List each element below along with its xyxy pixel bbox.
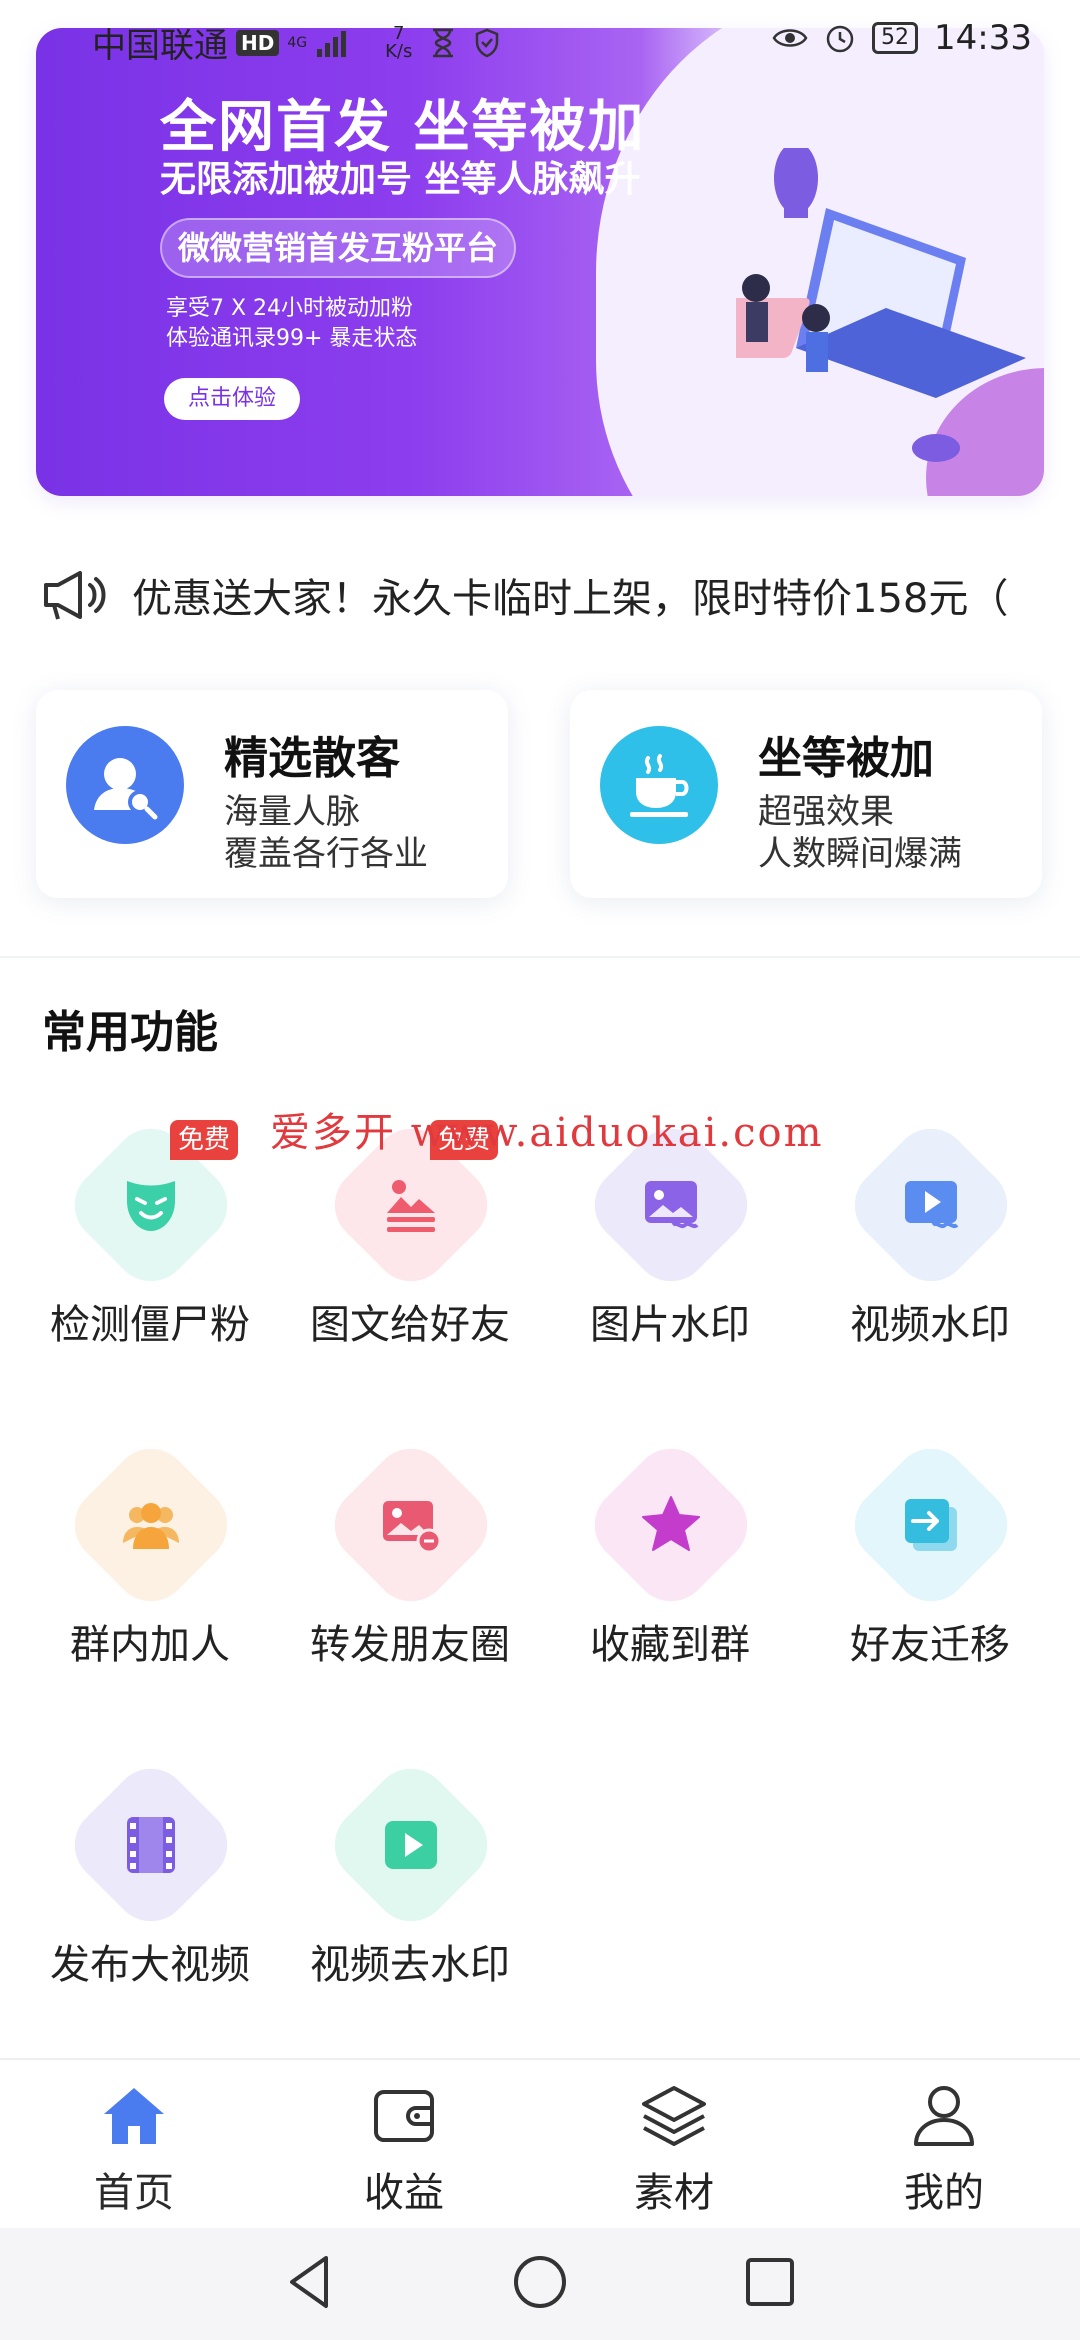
hd-icon: HD — [236, 29, 280, 56]
star-icon — [631, 1485, 711, 1565]
func-remove-video-watermark[interactable]: 视频去水印 — [280, 1753, 540, 2000]
system-navigation-bar — [0, 2228, 1080, 2340]
clock: 14:33 — [934, 18, 1032, 58]
func-friend-migration[interactable]: 好友迁移 — [800, 1433, 1060, 1680]
banner-cta-button[interactable]: 点击体验 — [164, 378, 300, 420]
func-label: 转发朋友圈 — [310, 1622, 510, 1668]
status-bar: 中国联通 HD 4G 7 K/s 52 14:33 — [0, 0, 1080, 84]
back-icon[interactable] — [278, 2250, 342, 2314]
status-left: 中国联通 HD 4G 7 K/s — [92, 18, 500, 67]
func-label: 检测僵尸粉 — [50, 1302, 250, 1348]
promo-banner[interactable]: 全网首发 坐等被加 无限添加被加号 坐等人脉飙升 微微营销首发互粉平台 享受7 … — [36, 28, 1044, 496]
func-label: 视频水印 — [850, 1302, 1010, 1348]
section-divider — [0, 956, 1080, 958]
nav-label: 我的 — [904, 2170, 984, 2216]
watermark-text: 爱多开 www.aiduokai.com — [270, 1110, 824, 1156]
card-title: 精选散客 — [224, 733, 400, 784]
func-video-watermark[interactable]: 视频水印 — [800, 1113, 1060, 1360]
func-publish-long-video[interactable]: 发布大视频 — [20, 1753, 280, 2000]
layers-icon — [642, 2086, 706, 2146]
net-speed-unit: K/s — [385, 40, 413, 62]
network-type: 4G — [287, 34, 308, 51]
func-label: 好友迁移 — [850, 1622, 1010, 1668]
nav-home[interactable]: 首页 — [44, 2072, 224, 2222]
film-icon — [111, 1805, 191, 1885]
card-wait-to-be-added[interactable]: 坐等被加 超强效果 人数瞬间爆满 — [570, 690, 1042, 898]
nav-label: 素材 — [634, 2170, 714, 2216]
common-functions-title: 常用功能 — [42, 1007, 218, 1058]
wallet-icon — [374, 2090, 434, 2142]
func-label: 收藏到群 — [590, 1622, 750, 1668]
image-text-icon — [371, 1165, 451, 1245]
free-badge: 免费 — [170, 1120, 239, 1160]
user-search-icon — [66, 726, 184, 844]
card-line-2: 人数瞬间爆满 — [758, 834, 962, 874]
battery-icon: 52 — [872, 22, 919, 54]
card-title: 坐等被加 — [758, 733, 934, 784]
func-label: 图文给好友 — [310, 1302, 510, 1348]
coffee-cup-icon — [600, 726, 718, 844]
signal-icon — [317, 30, 347, 57]
func-detect-zombie-fans[interactable]: 免费 检测僵尸粉 — [20, 1113, 280, 1360]
nav-earnings[interactable]: 收益 — [314, 2072, 494, 2222]
func-label: 视频去水印 — [310, 1942, 510, 1988]
net-speed: 7 K/s — [385, 24, 413, 62]
status-right: 52 14:33 — [772, 18, 1032, 58]
image-watermark-icon — [631, 1165, 711, 1245]
func-label: 群内加人 — [70, 1622, 230, 1668]
office-illustration — [736, 148, 1026, 462]
eye-icon — [772, 29, 808, 47]
announcement-bar[interactable]: 优惠送大家！永久卡临时上架，限时特价158元（ — [40, 560, 1050, 630]
bottom-nav: 首页 收益 素材 我的 — [0, 2058, 1080, 2228]
announcement-text: 优惠送大家！永久卡临时上架，限时特价158元（ — [132, 576, 1009, 622]
nav-profile[interactable]: 我的 — [854, 2072, 1034, 2222]
play-icon — [371, 1805, 451, 1885]
banner-desc-2: 体验通讯录99+ 暴走状态 — [166, 326, 418, 351]
alarm-icon — [826, 25, 854, 53]
func-label: 图片水印 — [590, 1302, 750, 1348]
mask-icon — [111, 1165, 191, 1245]
card-line-2: 覆盖各行各业 — [224, 834, 428, 874]
transfer-icon — [891, 1485, 971, 1565]
carrier-name: 中国联通 — [92, 26, 228, 66]
nav-label: 首页 — [94, 2170, 174, 2216]
video-watermark-icon — [891, 1165, 971, 1245]
shield-icon — [476, 28, 499, 57]
app-screen: 中国联通 HD 4G 7 K/s 52 14:33 全网首发 坐等被加 无限添加… — [0, 0, 1080, 2340]
home-circle-icon[interactable] — [508, 2250, 572, 2314]
banner-subtitle: 无限添加被加号 坐等人脉飙升 — [160, 159, 641, 200]
recents-icon[interactable] — [738, 2250, 802, 2314]
hourglass-icon — [433, 28, 454, 57]
banner-desc-1: 享受7 X 24小时被动加粉 — [166, 296, 414, 321]
func-save-to-group[interactable]: 收藏到群 — [540, 1433, 800, 1680]
func-add-group-members[interactable]: 群内加人 — [20, 1433, 280, 1680]
group-icon — [111, 1485, 191, 1565]
card-selected-customers[interactable]: 精选散客 海量人脉 覆盖各行各业 — [36, 690, 508, 898]
func-forward-moments[interactable]: 转发朋友圈 — [280, 1433, 540, 1680]
forward-moments-icon — [371, 1485, 451, 1565]
megaphone-icon — [44, 571, 106, 620]
func-label: 发布大视频 — [50, 1942, 250, 1988]
home-icon — [104, 2088, 164, 2144]
banner-platform-pill: 微微营销首发互粉平台 — [160, 218, 517, 278]
nav-materials[interactable]: 素材 — [584, 2072, 764, 2222]
profile-icon — [914, 2086, 974, 2146]
nav-label: 收益 — [364, 2170, 444, 2216]
